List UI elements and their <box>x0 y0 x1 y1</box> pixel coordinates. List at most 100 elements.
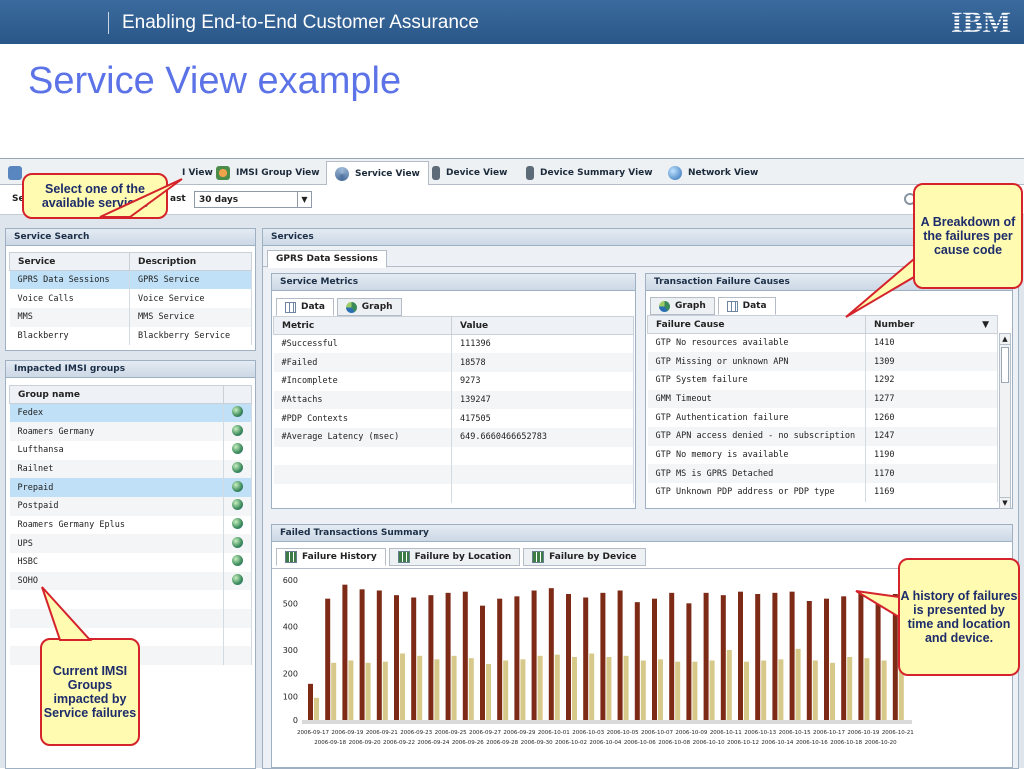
table-row[interactable]: Fedex <box>9 403 252 423</box>
bar <box>692 661 698 720</box>
table-row[interactable]: GPRS Data Sessions GPRS Service <box>9 270 252 290</box>
y-tick-label: 200 <box>283 669 298 678</box>
table-row[interactable]: GTP Unknown PDP address or PDP type 1169 <box>647 483 998 502</box>
bar <box>761 660 767 720</box>
table-row[interactable]: GTP No memory is available 1190 <box>647 445 998 465</box>
slide-header-bar: Enabling End-to-End Customer Assurance I… <box>0 0 1024 44</box>
tab-metrics-data[interactable]: Data <box>276 298 334 316</box>
globe-icon[interactable] <box>232 443 243 455</box>
table-row[interactable]: GTP No resources available 1410 <box>647 333 998 353</box>
table-row[interactable]: Roamers Germany <box>9 422 252 441</box>
table-row[interactable]: Roamers Germany Eplus <box>9 515 252 535</box>
bar <box>738 591 743 720</box>
globe-icon[interactable] <box>232 574 243 586</box>
tab-failures-graph[interactable]: Graph <box>650 297 715 315</box>
bar <box>755 594 761 720</box>
tab-network-view[interactable]: Network View <box>660 161 766 185</box>
scrollbar-thumb[interactable] <box>1001 347 1009 383</box>
table-row[interactable]: GMM Timeout 1277 <box>647 389 998 409</box>
tab-device-summary-view[interactable]: Device Summary View <box>518 161 661 185</box>
x-tick-label: 2006-09-18 <box>314 740 346 746</box>
metrics-table: Metric Value #Successful 111396 #Failed 185… <box>273 316 634 503</box>
scroll-down-icon[interactable]: ▼ <box>1000 497 1010 508</box>
bar <box>445 592 451 720</box>
globe-icon[interactable] <box>232 424 243 436</box>
tab-service-view[interactable]: Service View <box>326 161 429 185</box>
table-row: #Successful 111396 <box>273 334 634 354</box>
table-row[interactable]: MMS MMS Service <box>9 307 252 327</box>
bar <box>428 595 434 720</box>
grid-icon <box>726 300 738 312</box>
tab-metrics-graph[interactable]: Graph <box>336 298 402 316</box>
tab-device-view[interactable]: Device View <box>424 161 515 185</box>
table-row[interactable]: Voice Calls Voice Service <box>9 289 252 308</box>
bar <box>606 657 612 720</box>
column-header-failure-cause[interactable]: Failure Cause <box>647 315 866 334</box>
tab-gprs-data-sessions[interactable]: GPRS Data Sessions <box>267 250 387 268</box>
x-tick-label: 2006-10-13 <box>744 730 776 736</box>
scroll-up-icon[interactable]: ▲ <box>1000 334 1010 345</box>
x-tick-label: 2006-10-03 <box>572 730 604 736</box>
x-tick-label: 2006-10-15 <box>779 730 811 736</box>
header-title: Enabling End-to-End Customer Assurance <box>122 12 479 33</box>
x-tick-label: 2006-09-30 <box>521 740 553 746</box>
table-row <box>273 465 634 484</box>
column-header-service[interactable]: Service <box>9 252 130 271</box>
globe-icon[interactable] <box>232 461 243 473</box>
globe-icon[interactable] <box>232 536 243 548</box>
bar <box>744 661 749 720</box>
header-separator <box>108 12 109 34</box>
period-select[interactable]: 30 days ▼ <box>194 191 312 208</box>
column-header-description[interactable]: Description <box>129 252 252 271</box>
bar <box>789 591 795 720</box>
x-tick-label: 2006-10-06 <box>624 740 656 746</box>
vertical-scrollbar[interactable]: ▲ ▼ <box>999 333 1011 509</box>
table-row[interactable]: GTP MS is GPRS Detached 1170 <box>647 464 998 483</box>
bar <box>382 661 388 720</box>
table-row[interactable]: Postpaid <box>9 496 252 516</box>
bar <box>583 597 589 720</box>
table-row: #Average Latency (msec) 649.6660466652783 <box>273 427 634 447</box>
x-tick-label: 2006-10-18 <box>830 740 862 746</box>
table-row[interactable]: GTP APN access denied - no subscription 1… <box>647 426 998 446</box>
bar <box>520 659 526 720</box>
x-tick-label: 2006-10-14 <box>761 740 793 746</box>
table-row[interactable]: UPS <box>9 534 252 553</box>
y-tick-label: 600 <box>283 576 298 585</box>
globe-icon[interactable] <box>232 480 243 492</box>
table-row[interactable]: SOHO <box>9 571 252 591</box>
table-row[interactable]: Blackberry Blackberry Service <box>9 326 252 346</box>
tab-failure-by-location[interactable]: Failure by Location <box>388 548 521 566</box>
table-row: #PDP Contexts 417505 <box>273 409 634 428</box>
table-row[interactable]: GTP Authentication failure 1260 <box>647 408 998 427</box>
services-panel: Services GPRS Data Sessions Service Metr… <box>262 228 1019 769</box>
table-row[interactable]: Railnet <box>9 459 252 479</box>
service-table: Service Description GPRS Data Sessions GP… <box>9 252 252 346</box>
column-header-metric[interactable]: Metric <box>273 316 452 335</box>
tab-failure-history[interactable]: Failure History <box>276 548 386 566</box>
tab-imsi-group-view[interactable]: IMSI Group View <box>208 161 328 185</box>
globe-icon[interactable] <box>232 406 243 418</box>
bar <box>314 697 319 720</box>
table-row[interactable]: Prepaid <box>9 478 252 497</box>
column-header-number[interactable]: Number ▼ <box>865 315 998 334</box>
table-row[interactable]: Lufthansa <box>9 440 252 460</box>
column-header-value[interactable]: Value <box>451 316 634 335</box>
tab-failure-by-device[interactable]: Failure by Device <box>523 548 646 566</box>
globe-icon[interactable] <box>232 555 243 567</box>
table-row[interactable]: GTP System failure 1292 <box>647 370 998 390</box>
globe-icon[interactable] <box>232 517 243 529</box>
service-icon <box>335 166 349 181</box>
x-tick-label: 2006-09-28 <box>486 740 518 746</box>
table-row[interactable]: HSBC <box>9 553 252 572</box>
column-header-group-name[interactable]: Group name <box>9 385 224 404</box>
tab-failures-data[interactable]: Data <box>717 297 776 315</box>
x-tick-label: 2006-10-17 <box>813 730 845 736</box>
bar <box>451 655 457 720</box>
bar <box>503 660 509 720</box>
table-row[interactable]: GTP Missing or unknown APN 1309 <box>647 352 998 371</box>
x-tick-label: 2006-10-05 <box>607 730 639 736</box>
globe-icon[interactable] <box>232 499 243 511</box>
x-tick-label: 2006-10-21 <box>882 730 914 736</box>
bar-chart-icon <box>397 551 410 563</box>
